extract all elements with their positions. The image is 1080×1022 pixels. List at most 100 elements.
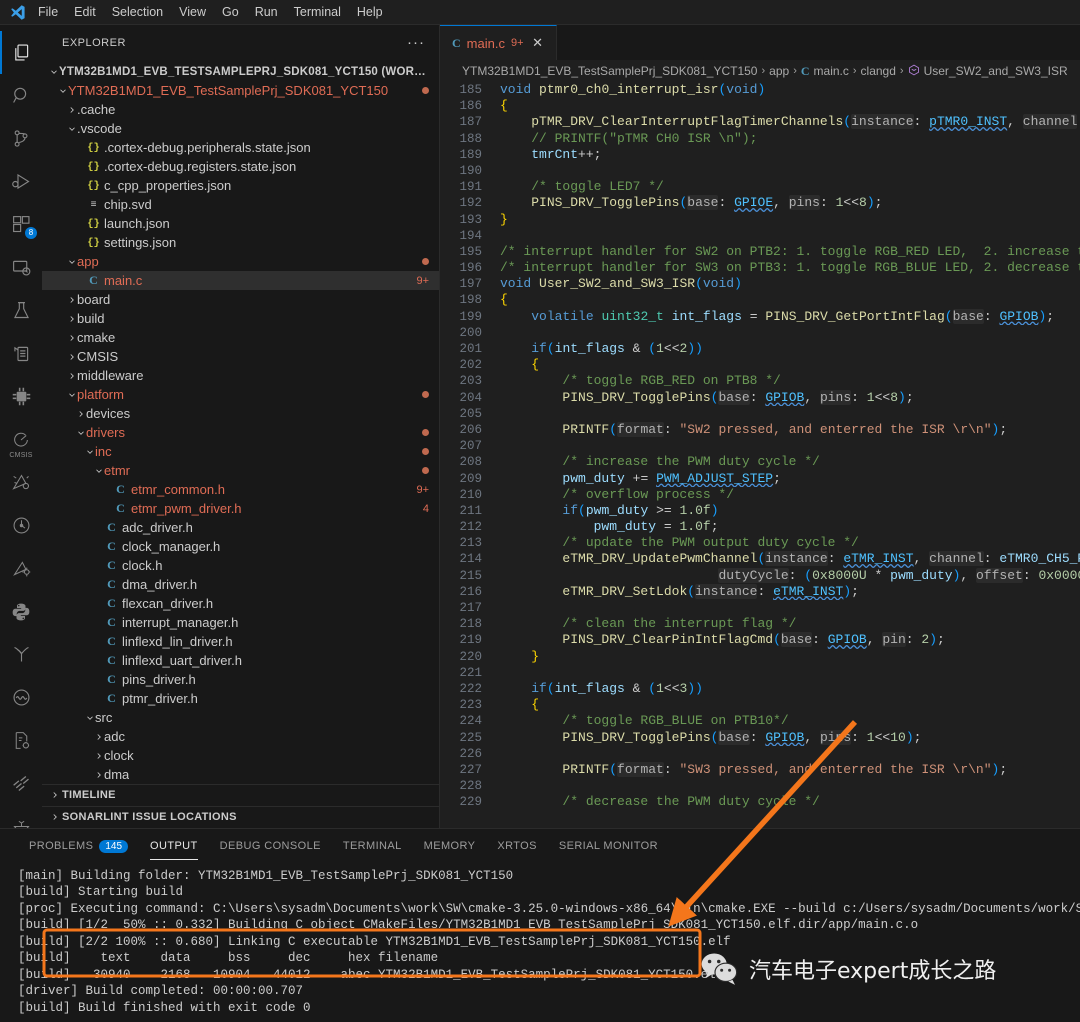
tree-item-etmr-pwm-driver-h[interactable]: Cetmr_pwm_driver.h 4 <box>42 499 439 518</box>
tree-item-platform[interactable]: platform <box>42 385 439 404</box>
close-icon[interactable]: ✕ <box>530 35 546 51</box>
tree-item-clock-manager-h[interactable]: Cclock_manager.h <box>42 537 439 556</box>
code-line-text: { <box>531 697 540 713</box>
modified-dot-icon <box>422 391 429 398</box>
breadcrumb-item-file[interactable]: C main.c <box>801 64 849 79</box>
tree-item-adc-driver-h[interactable]: Cadc_driver.h <box>42 518 439 537</box>
tree-item-label: ptmr_driver.h <box>122 691 198 706</box>
c-file-icon: C <box>107 672 116 686</box>
activity-source-control[interactable] <box>0 117 42 160</box>
tree-item-etmr[interactable]: etmr <box>42 461 439 480</box>
code-editor[interactable]: 185 void ptmr0_ch0_interrupt_isr(void) 186… <box>440 82 1080 828</box>
section-timeline[interactable]: TIMELINE <box>42 783 439 806</box>
explorer-more-icon[interactable]: ··· <box>407 35 425 50</box>
tree-item-launch-json[interactable]: {} launch.json <box>42 214 439 233</box>
panel-tab-output[interactable]: OUTPUT <box>139 829 209 864</box>
tree-item-dma[interactable]: dma <box>42 765 439 784</box>
tree-item--vscode[interactable]: .vscode <box>42 119 439 138</box>
activity-waveform[interactable] <box>0 762 42 805</box>
panel-tab-debug-console[interactable]: DEBUG CONSOLE <box>209 829 332 864</box>
tree-item--cortex-debug-peripherals-state-json[interactable]: {} .cortex-debug.peripherals.state.json <box>42 138 439 157</box>
tree-item-c-cpp-properties-json[interactable]: {} c_cpp_properties.json <box>42 176 439 195</box>
code-line: 211 if(pwm_duty >= 1.0f) <box>440 503 1080 519</box>
activity-explorer[interactable] <box>0 31 42 74</box>
chevron-right-icon <box>66 333 77 343</box>
line-number: 196 <box>459 261 482 276</box>
panel-tab-terminal[interactable]: TERMINAL <box>332 829 413 864</box>
tree-item-etmr-common-h[interactable]: Cetmr_common.h 9+ <box>42 480 439 499</box>
tree-item-main-c[interactable]: Cmain.c 9+ <box>42 271 439 290</box>
tree-item--cache[interactable]: .cache <box>42 100 439 119</box>
activity-clock-config[interactable] <box>0 504 42 547</box>
activity-python[interactable] <box>0 590 42 633</box>
tree-item-clock-h[interactable]: Cclock.h <box>42 556 439 575</box>
panel-tab-memory[interactable]: MEMORY <box>413 829 487 864</box>
tree-item-middleware[interactable]: middleware <box>42 366 439 385</box>
tree-item-build[interactable]: build <box>42 309 439 328</box>
tree-item-adc[interactable]: adc <box>42 727 439 746</box>
activity-cmsis[interactable]: CMSIS <box>0 418 42 461</box>
tree-item-drivers[interactable]: drivers <box>42 423 439 442</box>
activity-peripheral-config[interactable] <box>0 461 42 504</box>
tree-item-clock[interactable]: clock <box>42 746 439 765</box>
tree-item-cmsis[interactable]: CMSIS <box>42 347 439 366</box>
panel-tab-serial-monitor[interactable]: SERIAL MONITOR <box>548 829 669 864</box>
panel-tab-xrtos[interactable]: XRTOS <box>486 829 548 864</box>
activity-clipboard-manager[interactable] <box>0 332 42 375</box>
tab-main-c[interactable]: C main.c 9+ ✕ <box>440 25 557 60</box>
tree-item-settings-json[interactable]: {} settings.json <box>42 233 439 252</box>
tree-item-pins-driver-h[interactable]: Cpins_driver.h <box>42 670 439 689</box>
breadcrumb-item-clangd[interactable]: clangd <box>861 64 896 78</box>
tree-item-cmake[interactable]: cmake <box>42 328 439 347</box>
tree-item-interrupt-manager-h[interactable]: Cinterrupt_manager.h <box>42 613 439 632</box>
panel-tab-label: OUTPUT <box>150 840 198 852</box>
tree-item-flexcan-driver-h[interactable]: Cflexcan_driver.h <box>42 594 439 613</box>
tree-item-label: YTM32B1MD1_EVB_TestSamplePrj_SDK081_YCT1… <box>68 83 389 98</box>
tree-item-devices[interactable]: devices <box>42 404 439 423</box>
tree-item-linflexd-lin-driver-h[interactable]: Clinflexd_lin_driver.h <box>42 632 439 651</box>
menu-go[interactable]: Go <box>214 1 247 23</box>
tree-item-board[interactable]: board <box>42 290 439 309</box>
breadcrumb-item-symbol[interactable]: User_SW2_and_SW3_ISR <box>908 64 1068 79</box>
activity-remote-explorer[interactable] <box>0 246 42 289</box>
tree-item--cortex-debug-registers-state-json[interactable]: {} .cortex-debug.registers.state.json <box>42 157 439 176</box>
tree-item-ytm32b1md1-evb-testsampleprj-sdk081-yct150[interactable]: YTM32B1MD1_EVB_TestSamplePrj_SDK081_YCT1… <box>42 81 439 100</box>
activity-code-generator[interactable] <box>0 719 42 762</box>
tree-item-ptmr-driver-h[interactable]: Cptmr_driver.h <box>42 689 439 708</box>
activity-aladdin-tool[interactable] <box>0 805 42 828</box>
activity-extensions[interactable]: 8 <box>0 203 42 246</box>
workspace-root-row[interactable]: YTM32B1MD1_EVB_TESTSAMPLEPRJ_SDK081_YCT1… <box>42 62 439 81</box>
tree-item-src[interactable]: src <box>42 708 439 727</box>
c-file-icon: C <box>107 520 116 534</box>
activity-testing[interactable] <box>0 289 42 332</box>
section-sonarlint[interactable]: SONARLINT ISSUE LOCATIONS <box>42 805 439 828</box>
tree-item-linflexd-uart-driver-h[interactable]: Clinflexd_uart_driver.h <box>42 651 439 670</box>
activity-serial-monitor[interactable] <box>0 676 42 719</box>
code-line: 210 /* overflow process */ <box>440 487 1080 503</box>
panel-tab-problems[interactable]: PROBLEMS 145 <box>18 829 139 864</box>
tree-item-inc[interactable]: inc <box>42 442 439 461</box>
c-file-icon: C <box>107 558 116 572</box>
activity-search[interactable] <box>0 74 42 117</box>
breadcrumb-separator-icon: › <box>793 65 797 77</box>
tree-item-app[interactable]: app <box>42 252 439 271</box>
activity-flash-tool[interactable] <box>0 633 42 676</box>
menu-file[interactable]: File <box>30 1 66 23</box>
breadcrumb-item-project[interactable]: YTM32B1MD1_EVB_TestSamplePrj_SDK081_YCT1… <box>462 64 757 78</box>
panel-tab-label: MEMORY <box>423 840 476 852</box>
menu-edit[interactable]: Edit <box>66 1 104 23</box>
menu-view[interactable]: View <box>171 1 214 23</box>
tree-item-dma-driver-h[interactable]: Cdma_driver.h <box>42 575 439 594</box>
breadcrumb-separator-icon: › <box>899 65 904 77</box>
menu-help[interactable]: Help <box>349 1 391 23</box>
menu-terminal[interactable]: Terminal <box>286 1 349 23</box>
menu-run[interactable]: Run <box>247 1 286 23</box>
menu-selection[interactable]: Selection <box>104 1 171 23</box>
tree-item-label: adc_driver.h <box>122 520 193 535</box>
breadcrumb-item-app[interactable]: app <box>769 64 789 78</box>
activity-device-tree[interactable] <box>0 547 42 590</box>
output-content[interactable]: [main] Building folder: YTM32B1MD1_EVB_T… <box>0 864 1080 1022</box>
activity-embedded-tools[interactable] <box>0 375 42 418</box>
activity-run-and-debug[interactable] <box>0 160 42 203</box>
tree-item-chip-svd[interactable]: ≡ chip.svd <box>42 195 439 214</box>
